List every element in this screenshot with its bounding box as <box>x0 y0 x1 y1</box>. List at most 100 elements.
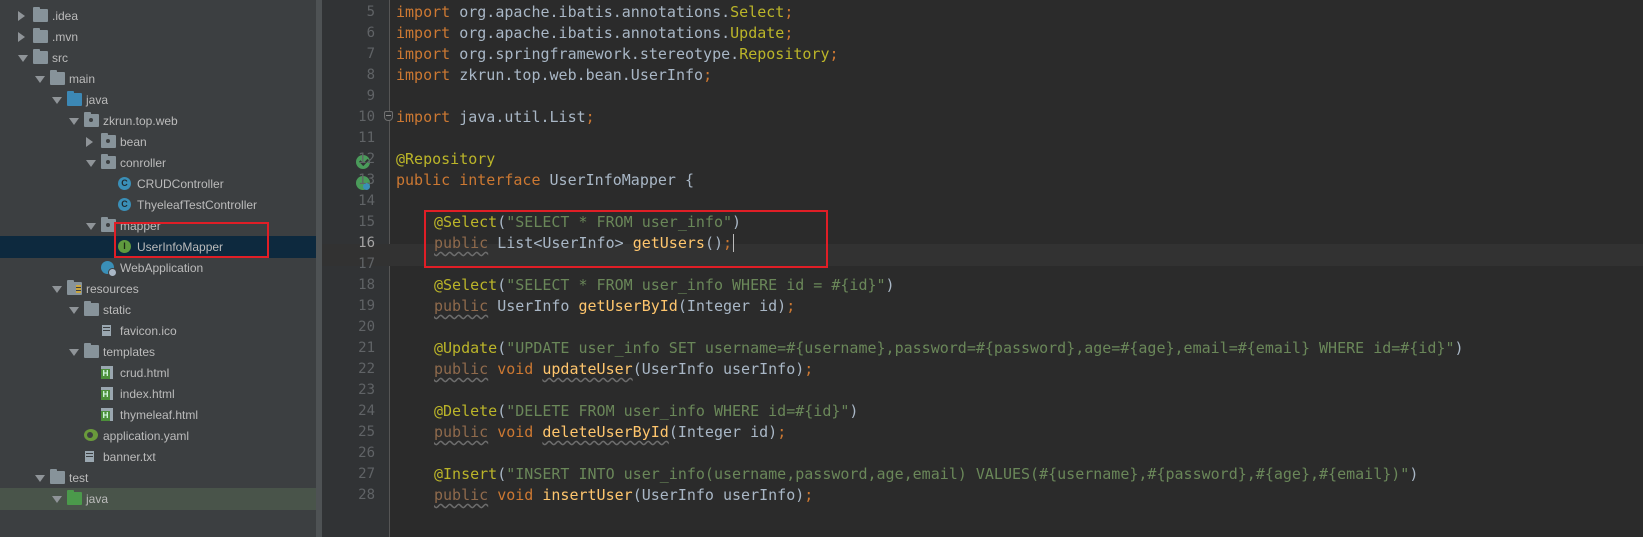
resources-folder-icon <box>67 280 82 295</box>
code-token: ; <box>804 360 814 378</box>
code-line[interactable]: import org.apache.ibatis.annotations.Sel… <box>396 1 793 23</box>
tree-item-templates[interactable]: templates <box>0 341 322 363</box>
code-token: public <box>434 423 489 441</box>
code-line[interactable]: @Select("SELECT * FROM user_info WHERE i… <box>396 274 895 296</box>
chevron-down-icon[interactable] <box>52 496 62 503</box>
tree-item--mvn[interactable]: .mvn <box>0 26 322 48</box>
code-line[interactable]: @Update("UPDATE user_info SET username=#… <box>396 337 1464 359</box>
code-token: ; <box>784 24 794 42</box>
tree-item-label: java <box>86 93 109 107</box>
code-token: deleteUserById <box>542 423 669 441</box>
code-token: "INSERT INTO user_info(username,password… <box>506 465 1410 483</box>
code-line[interactable]: import org.springframework.stereotype.Re… <box>396 43 839 65</box>
tree-item-label: CRUDController <box>137 177 224 191</box>
code-token: void <box>488 423 543 441</box>
code-token: java.util.List <box>459 108 586 126</box>
code-line[interactable]: import zkrun.top.web.bean.UserInfo; <box>396 64 712 86</box>
code-token: org.apache.ibatis.annotations. <box>459 24 731 42</box>
tree-item-static[interactable]: static <box>0 299 322 321</box>
tree-item-favicon-ico[interactable]: favicon.ico <box>0 320 322 342</box>
tree-item-conroller[interactable]: conroller <box>0 152 322 174</box>
chevron-right-icon[interactable] <box>18 11 25 21</box>
chevron-down-icon[interactable] <box>52 286 62 293</box>
fold-marker-icon[interactable] <box>384 111 393 121</box>
code-token: import <box>396 3 460 21</box>
code-line[interactable]: public void updateUser(UserInfo userInfo… <box>396 358 813 380</box>
code-token: getUserById <box>578 297 678 315</box>
line-number: 27 <box>358 466 375 482</box>
tree-item-java[interactable]: java <box>0 488 322 510</box>
tree-item-label: application.yaml <box>103 429 190 443</box>
tree-item--idea[interactable]: .idea <box>0 5 322 27</box>
tree-item-src[interactable]: src <box>0 47 322 69</box>
code-token: import <box>396 66 460 84</box>
code-line[interactable]: @Delete("DELETE FROM user_info WHERE id=… <box>396 400 858 422</box>
chevron-down-icon[interactable] <box>86 223 96 230</box>
code-token: zkrun.top.web.bean.UserInfo <box>459 66 704 84</box>
chevron-down-icon[interactable] <box>18 55 28 62</box>
code-token: ; <box>784 3 794 21</box>
tree-item-bean[interactable]: bean <box>0 131 322 153</box>
code-line[interactable]: @Repository <box>396 148 495 170</box>
line-number: 15 <box>358 214 375 230</box>
tree-item-resources[interactable]: resources <box>0 278 322 300</box>
tree-item-zkrun-top-web[interactable]: zkrun.top.web <box>0 110 322 132</box>
tree-item-webapplication[interactable]: WebApplication <box>0 257 322 279</box>
code-token: ; <box>786 297 796 315</box>
tree-item-thymeleaf-html[interactable]: thymeleaf.html <box>0 404 322 426</box>
code-highlight-box <box>424 210 828 268</box>
spring-boot-class-icon <box>101 261 117 277</box>
chevron-right-icon[interactable] <box>86 137 93 147</box>
html-file-icon <box>101 366 113 379</box>
code-line[interactable]: public UserInfo getUserById(Integer id); <box>396 295 795 317</box>
tree-item-label: conroller <box>120 156 167 170</box>
text-file-icon <box>84 450 95 463</box>
chevron-down-icon[interactable] <box>35 475 45 482</box>
tree-item-java[interactable]: java <box>0 89 322 111</box>
line-number: 7 <box>366 46 375 62</box>
code-token: ) <box>885 276 895 294</box>
package-icon <box>101 133 116 148</box>
tree-item-banner-txt[interactable]: banner.txt <box>0 446 322 468</box>
tree-item-label: test <box>69 471 89 485</box>
tree-item-crudcontroller[interactable]: C CRUDController <box>0 173 322 195</box>
chevron-down-icon[interactable] <box>69 307 79 314</box>
tree-item-thyeleaftestcontroller[interactable]: C ThyeleafTestController <box>0 194 322 216</box>
tree-item-application-yaml[interactable]: application.yaml <box>0 425 322 447</box>
tree-item-index-html[interactable]: index.html <box>0 383 322 405</box>
folder-icon <box>33 7 48 22</box>
code-token: org.apache.ibatis.annotations. <box>459 3 731 21</box>
folder-icon <box>33 28 48 43</box>
code-line[interactable]: import org.apache.ibatis.annotations.Upd… <box>396 22 793 44</box>
package-icon <box>101 154 116 169</box>
code-line[interactable]: public interface UserInfoMapper { <box>396 169 694 191</box>
source-folder-icon <box>67 91 82 106</box>
folder-icon <box>84 301 99 316</box>
chevron-down-icon[interactable] <box>35 76 45 83</box>
code-token: @Repository <box>396 150 496 168</box>
code-line[interactable]: @Insert("INSERT INTO user_info(username,… <box>396 463 1418 485</box>
tree-item-label: java <box>86 492 109 506</box>
tree-item-test[interactable]: test <box>0 467 322 489</box>
tree-item-main[interactable]: main <box>0 68 322 90</box>
code-token: (Integer id) <box>677 297 787 315</box>
code-token: (UserInfo userInfo) <box>632 360 805 378</box>
code-line[interactable]: public void insertUser(UserInfo userInfo… <box>396 484 813 506</box>
chevron-down-icon[interactable] <box>52 97 62 104</box>
code-line[interactable]: import java.util.List; <box>396 106 595 128</box>
tree-item-crud-html[interactable]: crud.html <box>0 362 322 384</box>
line-number: 22 <box>358 361 375 377</box>
code-token: updateUser <box>542 360 633 378</box>
chevron-down-icon[interactable] <box>86 160 96 167</box>
tree-item-label: favicon.ico <box>120 324 177 338</box>
code-token: ; <box>585 108 595 126</box>
code-line[interactable]: public void deleteUserById(Integer id); <box>396 421 786 443</box>
code-token: void <box>488 360 543 378</box>
chevron-right-icon[interactable] <box>18 32 25 42</box>
line-number: 5 <box>366 4 375 20</box>
code-token: insertUser <box>542 486 633 504</box>
line-number: 11 <box>358 130 375 146</box>
chevron-down-icon[interactable] <box>69 349 79 356</box>
code-token: @Select <box>434 276 498 294</box>
chevron-down-icon[interactable] <box>69 118 79 125</box>
